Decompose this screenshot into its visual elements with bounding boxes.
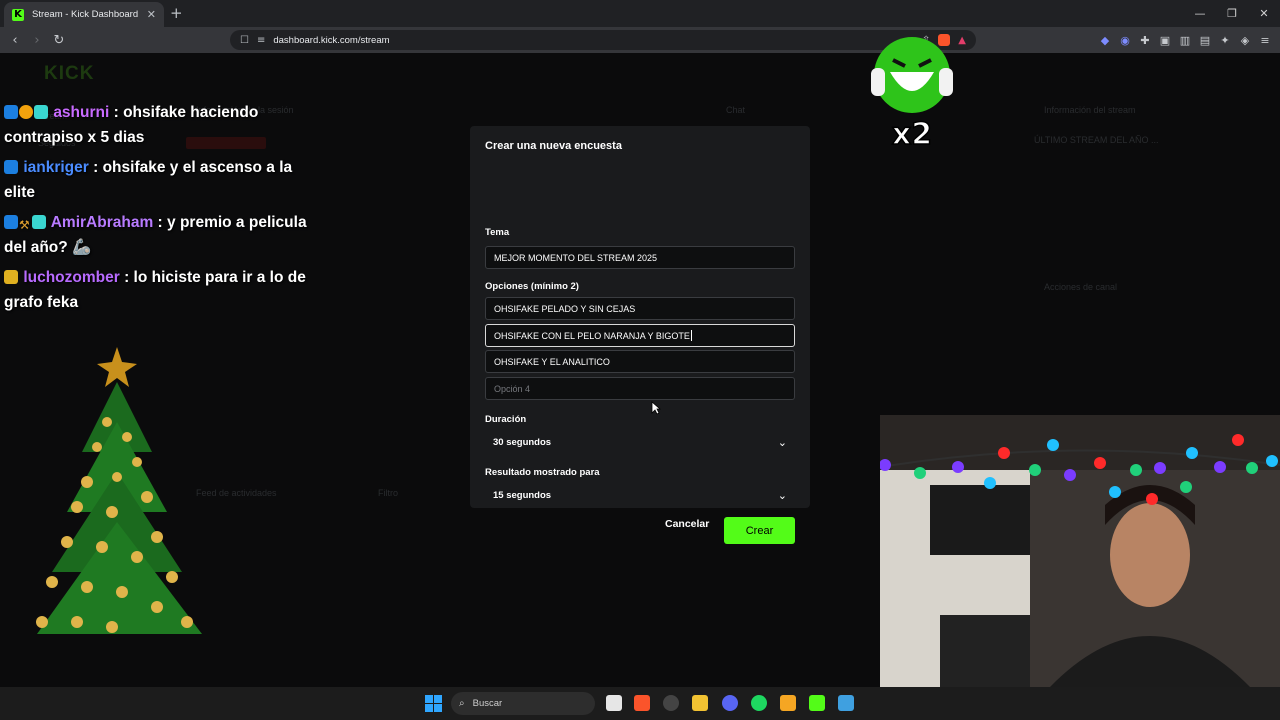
window-close-icon[interactable]: ✕ (1248, 0, 1280, 27)
option-3-value: OHSIFAKE Y EL ANALITICO (494, 356, 610, 367)
laughing-emote-icon: x2 (871, 37, 953, 150)
window-controls: — ❐ ✕ (1184, 0, 1280, 27)
chat-message: ashurni : ohsifake haciendo contrapiso x… (4, 104, 259, 146)
founder-badge-icon (34, 105, 48, 119)
taskbar-search[interactable]: ⌕ Buscar (451, 692, 595, 715)
options-label: Opciones (mínimo 2) (485, 281, 579, 292)
stream-info-header: Información del stream (1044, 105, 1136, 115)
option-1-input[interactable]: OHSIFAKE PELADO Y SIN CEJAS (485, 297, 795, 320)
chat-username: luchozomber (23, 269, 120, 286)
chat-username: AmirAbraham (50, 214, 154, 231)
subscriber-badge-icon (4, 215, 18, 229)
moderator-badge-icon: ⚒ (19, 218, 30, 232)
chat-username: iankriger (23, 159, 89, 176)
duration-select[interactable]: 30 segundos ⌄ (485, 431, 795, 454)
windows-taskbar: ⌕ Buscar (0, 687, 1280, 720)
text-caret (690, 330, 692, 341)
option-2-input[interactable]: OHSIFAKE CON EL PELO NARANJA Y BIGOTE (485, 324, 795, 347)
chat-message: ⚒ AmirAbraham : y premio a pelicula del … (4, 214, 307, 256)
reload-icon[interactable]: ↻ (48, 29, 70, 51)
browser-tab-bar: K Stream - Kick Dashboard ✕ + — ❐ ✕ (0, 0, 1280, 27)
subscriber-badge-icon (4, 160, 18, 174)
topic-label: Tema (485, 227, 510, 238)
browser-tab-stream[interactable]: K Stream - Kick Dashboard ✕ (4, 2, 164, 27)
create-button[interactable]: Crear (724, 517, 795, 544)
option-4-placeholder: Opción 4 (494, 383, 531, 394)
emote-label: x2 (892, 117, 932, 150)
search-label: Buscar (472, 698, 503, 709)
menu-icon[interactable]: ≡ (1258, 30, 1272, 50)
option-1-value: OHSIFAKE PELADO Y SIN CEJAS (494, 303, 636, 314)
browser-nav-bar: ‹ › ↻ ☐ ≡ dashboard.kick.com/stream ⇪ ▲ … (0, 27, 1280, 53)
result-value: 15 segundos (493, 490, 552, 501)
url-text[interactable]: dashboard.kick.com/stream (273, 35, 914, 46)
site-info-icon[interactable]: ≡ (257, 35, 265, 46)
close-tab-icon[interactable]: ✕ (147, 8, 156, 21)
channel-actions-header: Acciones de canal (1044, 282, 1118, 292)
sidebar-icon[interactable]: ▥ (1178, 30, 1192, 50)
search-icon: ⌕ (459, 698, 465, 709)
duration-label: Duración (485, 414, 527, 425)
gift-badge-icon (19, 105, 33, 119)
option-2-value: OHSIFAKE CON EL PELO NARANJA Y BIGOTE (494, 330, 690, 341)
result-label: Resultado mostrado para (485, 467, 600, 478)
crown-badge-icon (4, 270, 18, 284)
filter-button[interactable]: Filtro (378, 488, 398, 498)
forward-icon[interactable]: › (26, 29, 48, 51)
brave-browser-icon[interactable] (634, 695, 650, 711)
chat-overlay: ashurni : ohsifake haciendo contrapiso x… (4, 100, 314, 320)
modal-title: Crear una nueva encuesta (485, 140, 622, 152)
discord-icon[interactable] (722, 695, 738, 711)
kick-logo-icon: K (12, 8, 24, 21)
webcam-feed (880, 415, 1280, 687)
back-icon[interactable]: ‹ (4, 29, 26, 51)
browser-toolbar: ◆ ◉ ✚ ▣ ▥ ▤ ✦ ◈ ≡ (1098, 30, 1272, 50)
mouse-cursor-icon (651, 401, 661, 415)
topic-input[interactable]: MEJOR MOMENTO DEL STREAM 2025 (485, 246, 795, 269)
option-4-input[interactable]: Opción 4 (485, 377, 795, 400)
duration-value: 30 segundos (493, 437, 552, 448)
extension-icon[interactable]: ◆ (1098, 30, 1112, 50)
windows-start-icon[interactable] (425, 695, 442, 712)
spotify-icon[interactable] (751, 695, 767, 711)
chat-message: iankriger : ohsifake y el ascenso a la e… (4, 159, 293, 201)
option-3-input[interactable]: OHSIFAKE Y EL ANALITICO (485, 350, 795, 373)
obs-icon[interactable] (663, 695, 679, 711)
app-icon[interactable] (780, 695, 796, 711)
kick-app-icon[interactable] (809, 695, 825, 711)
tab-search-icon[interactable]: ▣ (1158, 30, 1172, 50)
chat-message: luchozomber : lo hiciste para ir a lo de… (4, 269, 306, 311)
restore-icon[interactable]: ❐ (1216, 0, 1248, 27)
vpn-icon[interactable]: ◈ (1238, 30, 1252, 50)
leo-ai-icon[interactable]: ✦ (1218, 30, 1232, 50)
file-explorer-icon[interactable] (692, 695, 708, 711)
puzzle-icon[interactable]: ✚ (1138, 30, 1152, 50)
new-tab-icon[interactable]: + (170, 4, 183, 22)
chevron-down-icon: ⌄ (777, 436, 787, 449)
result-duration-select[interactable]: 15 segundos ⌄ (485, 484, 795, 507)
chat-username: ashurni (53, 104, 110, 121)
wallet-icon[interactable]: ▤ (1198, 30, 1212, 50)
chat-text: y premio a pelicula del año? 🦾 (4, 214, 307, 256)
minimize-icon[interactable]: — (1184, 0, 1216, 27)
cancel-button[interactable]: Cancelar (665, 518, 709, 530)
bookmark-icon[interactable]: ☐ (240, 35, 249, 46)
task-view-icon[interactable] (606, 695, 622, 711)
chat-header: Chat (726, 105, 746, 115)
founder-badge-icon (32, 215, 46, 229)
audio-icon[interactable]: ◉ (1118, 30, 1132, 50)
christmas-tree-icon (36, 347, 202, 634)
kick-logo: KICK (44, 63, 95, 84)
subscriber-badge-icon (4, 105, 18, 119)
notepad-icon[interactable] (838, 695, 854, 711)
create-poll-modal: Crear una nueva encuesta Tema MEJOR MOME… (470, 126, 810, 544)
tab-title: Stream - Kick Dashboard (32, 9, 139, 20)
stream-title: ÚLTIMO STREAM DEL AÑO ... (1034, 135, 1159, 145)
chevron-down-icon: ⌄ (777, 489, 787, 502)
topic-value: MEJOR MOMENTO DEL STREAM 2025 (494, 252, 658, 263)
